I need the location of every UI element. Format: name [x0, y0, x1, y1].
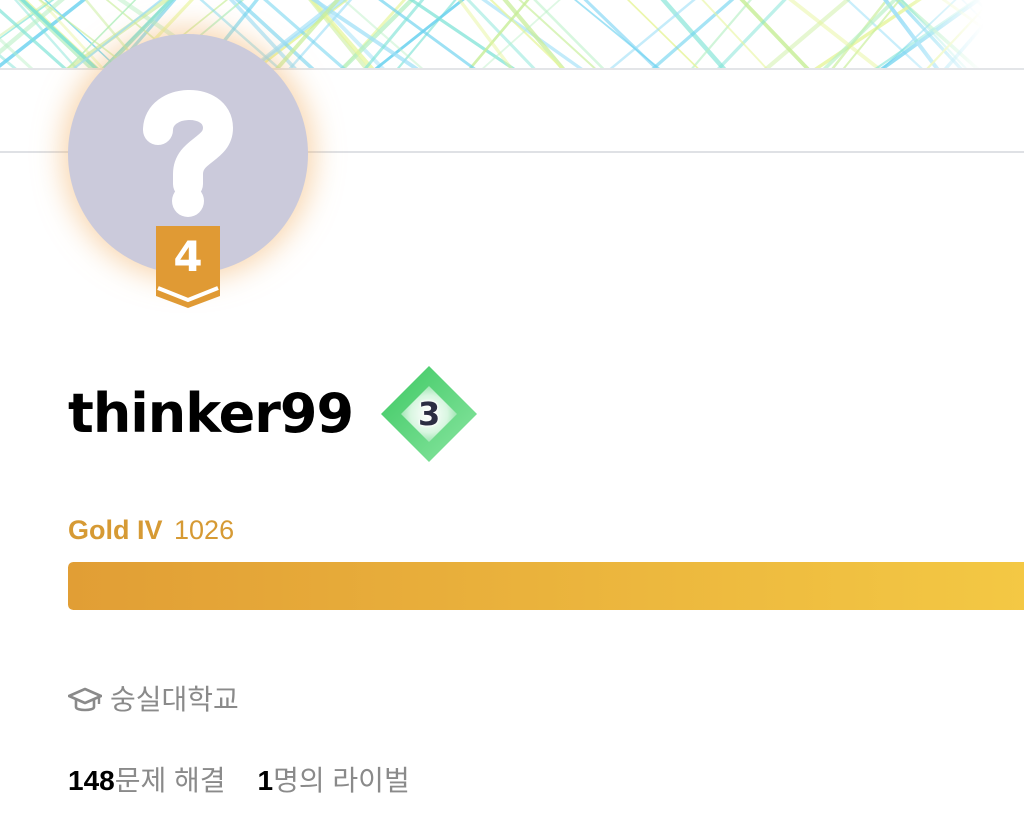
profile-page: 4 thinker99 3 Gold IV 1026 숭실대학교 148문제 해…: [0, 0, 1024, 834]
profile-stats: 148문제 해결 1명의 라이벌: [68, 760, 410, 802]
tier-badge-level: 4: [173, 232, 203, 281]
class-badge[interactable]: 3: [379, 364, 479, 464]
tier-badge: 4: [156, 226, 220, 308]
username: thinker99: [68, 382, 354, 445]
rival-label: 명의 라이벌: [273, 765, 410, 796]
tier-progress-fill: [68, 562, 1024, 610]
class-badge-level: 3: [417, 395, 441, 433]
rival-count: 1: [257, 765, 274, 796]
graduation-cap-icon: [68, 687, 102, 712]
school-name: 숭실대학교: [110, 684, 239, 715]
school-link[interactable]: 숭실대학교: [68, 680, 239, 720]
tier-rating: Gold IV 1026: [68, 512, 234, 548]
tier-progress-bar: [68, 562, 1024, 610]
solved-count: 148: [68, 765, 115, 796]
username-row: thinker99 3: [68, 362, 479, 466]
solved-count-stat[interactable]: 148문제 해결: [68, 760, 226, 802]
solved-label: 문제 해결: [114, 765, 226, 796]
tier-name: Gold IV: [68, 515, 163, 545]
rating-value: 1026: [174, 515, 235, 545]
rival-count-stat[interactable]: 1명의 라이벌: [258, 760, 410, 802]
